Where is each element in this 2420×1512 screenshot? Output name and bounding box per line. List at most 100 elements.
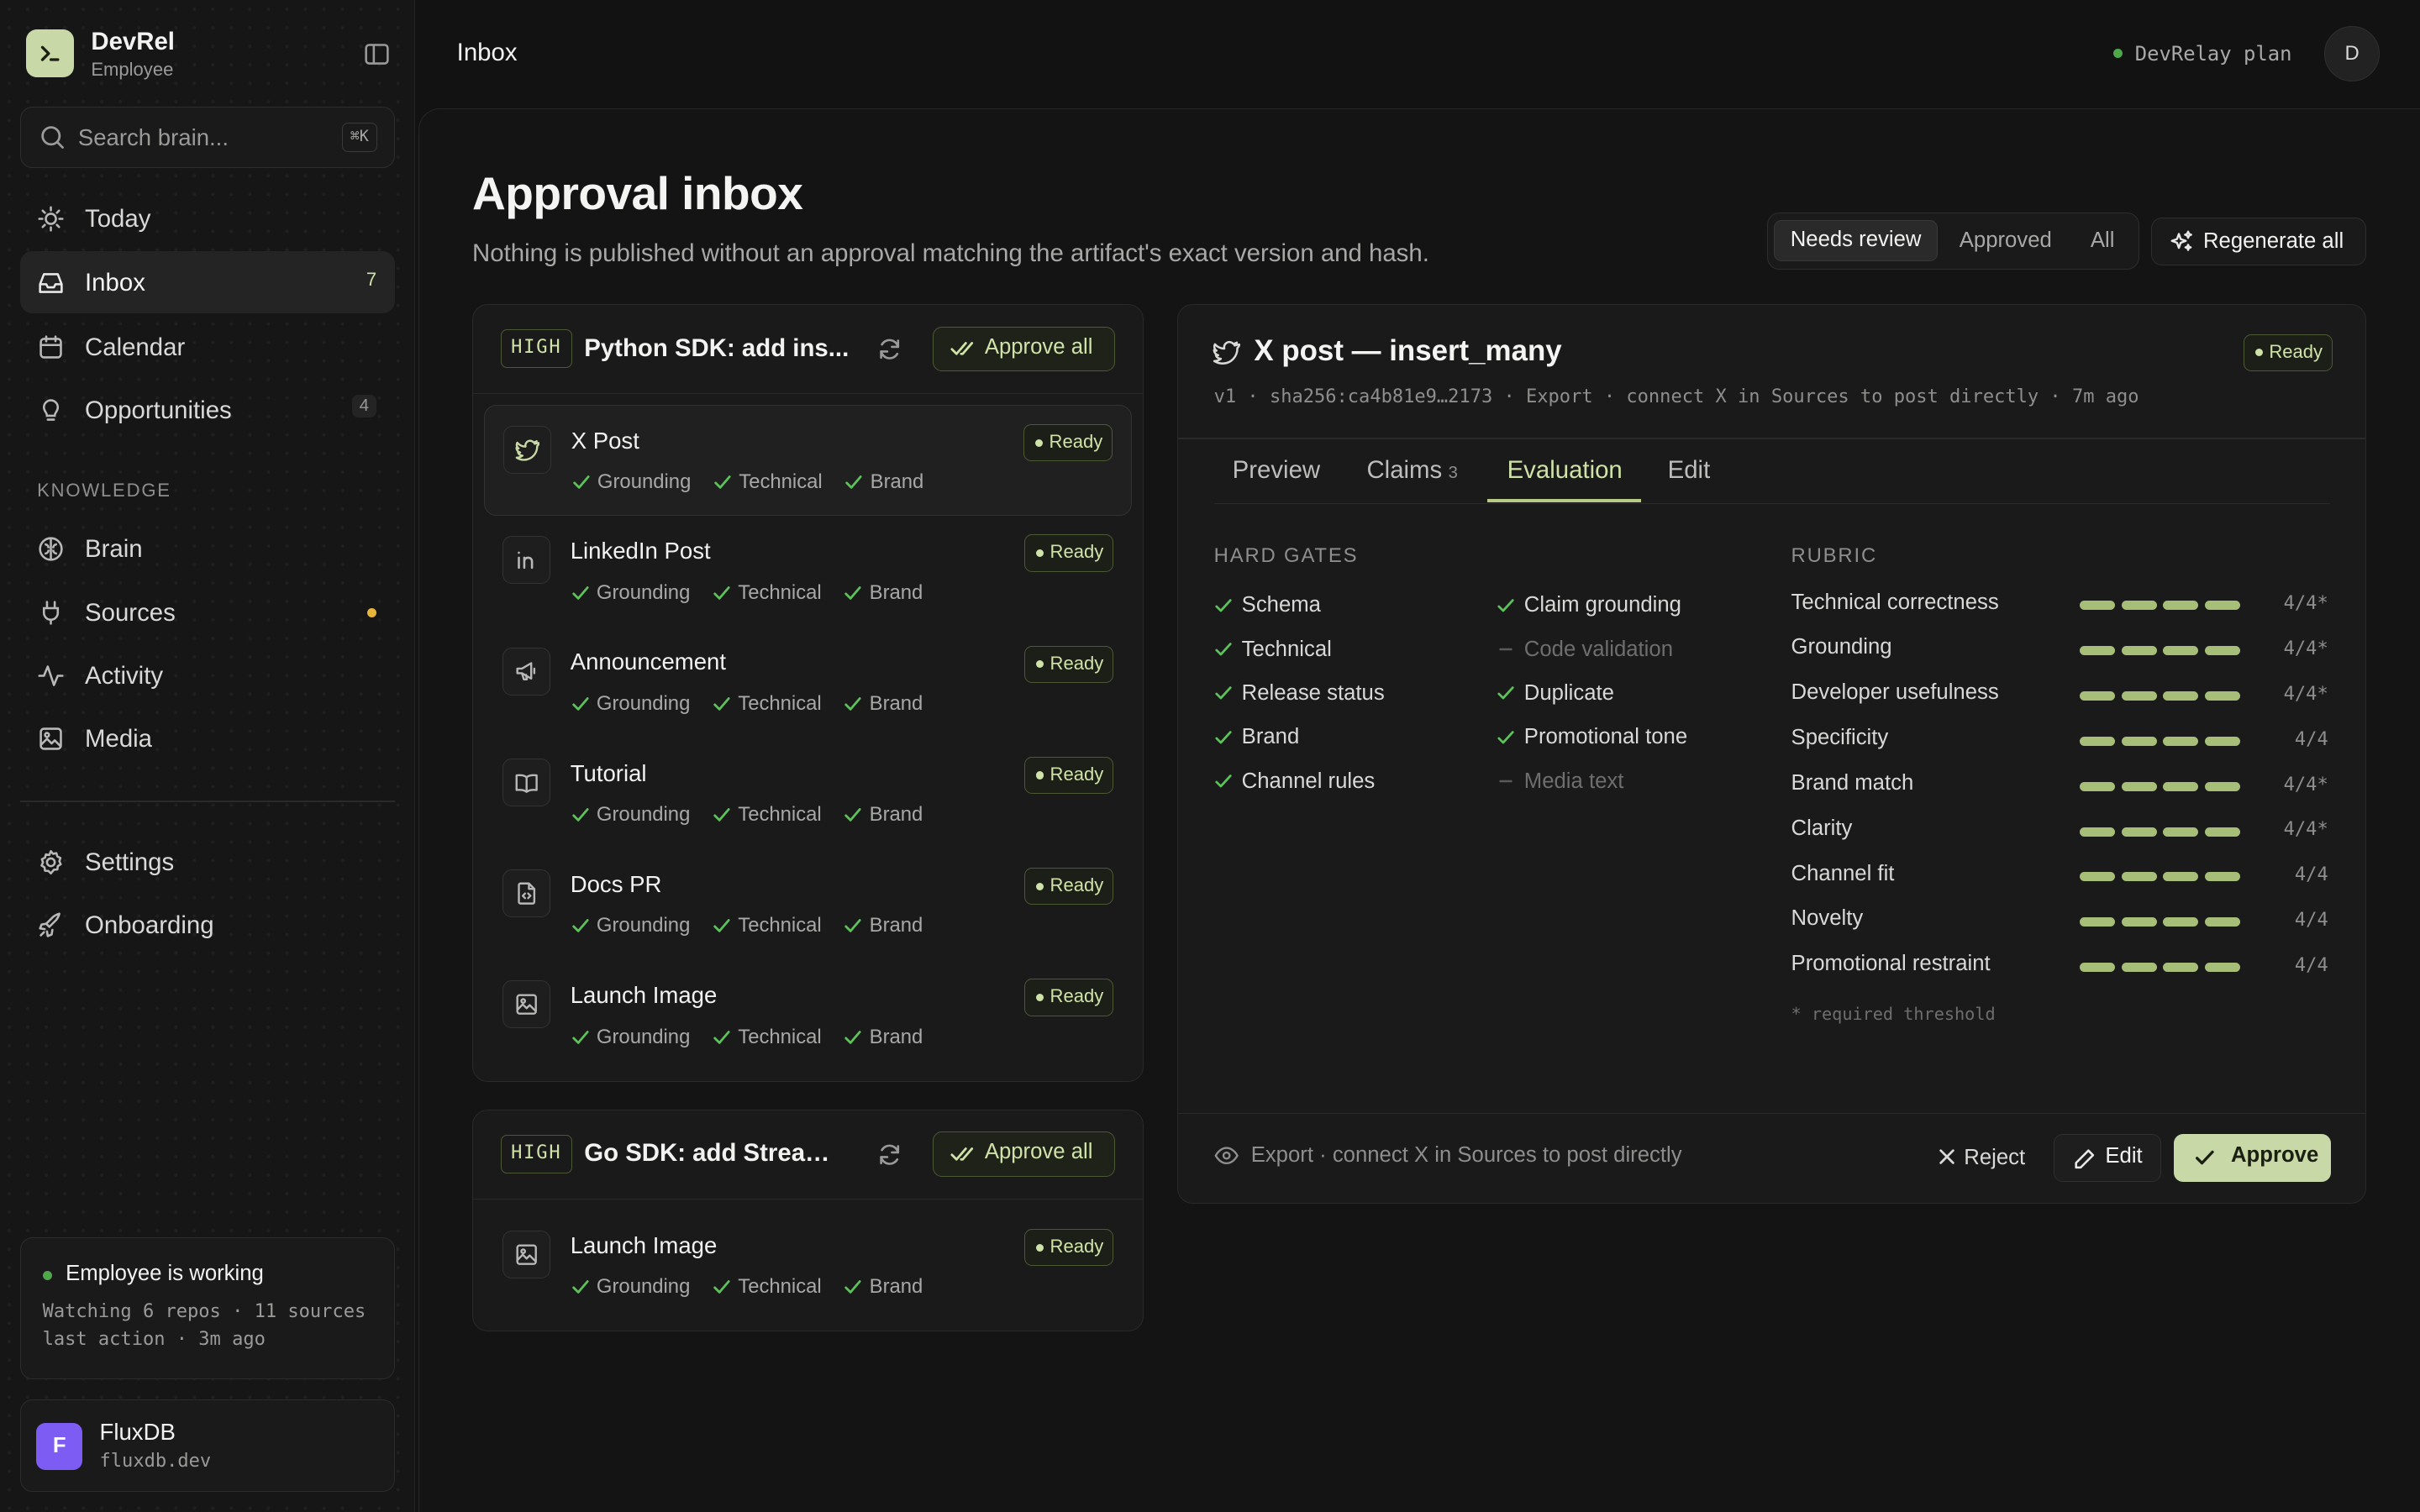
check-grounding: Grounding: [571, 470, 691, 494]
check-icon: [714, 475, 731, 490]
tab-preview[interactable]: Preview: [1233, 456, 1320, 485]
edit-button[interactable]: Edit: [2053, 1133, 2162, 1182]
plug-icon: [37, 599, 65, 627]
rubric-name: Promotional restraint: [1791, 952, 1991, 976]
approve-button[interactable]: Approve: [2174, 1133, 2332, 1182]
nav-item-media[interactable]: Media: [20, 708, 395, 769]
nav-item-sources[interactable]: Sources: [20, 581, 395, 643]
check-icon: [1215, 686, 1232, 700]
tab-edit[interactable]: Edit: [1668, 456, 1711, 485]
sidebar-toggle-icon[interactable]: [363, 40, 391, 68]
image-icon: [502, 1230, 550, 1278]
list-item-x-post[interactable]: X Post Ready Grounding Technical Brand: [483, 405, 1133, 517]
regenerate-all-label: Regenerate all: [2202, 228, 2344, 253]
approve-all-button[interactable]: Approve all: [933, 1131, 1115, 1177]
search-placeholder: Search brain...: [77, 123, 229, 150]
score-bar-segment: [2121, 736, 2157, 746]
export-note: Export · connect X in Sources to post di…: [1214, 1143, 1682, 1168]
inbox-icon: [37, 269, 65, 297]
nav-item-inbox[interactable]: Inbox 7: [19, 251, 396, 313]
required-threshold-note: * required threshold: [1791, 1003, 1996, 1024]
score-bar-segment: [2121, 691, 2157, 701]
rubric-row: Channel fit 4/4: [1791, 862, 2332, 893]
nav-item-brain[interactable]: Brain: [20, 518, 395, 580]
nav-item-today[interactable]: Today: [20, 188, 395, 249]
status-title: Employee is working: [66, 1261, 264, 1285]
detail-tabs: Preview Claims 3 Evaluation Edit: [1213, 439, 2330, 504]
score-bar-segment: [2080, 962, 2116, 972]
rubric-row: Grounding 4/4*: [1791, 635, 2332, 666]
account-switcher[interactable]: F FluxDB fluxdb.dev: [19, 1399, 396, 1493]
brain-icon: [37, 535, 65, 563]
regenerate-all-button[interactable]: Regenerate all: [2151, 217, 2366, 265]
check-label: Brand: [869, 803, 923, 827]
rubric-score: 4/4: [2294, 728, 2328, 750]
item-title: Announcement: [570, 648, 727, 675]
priority-badge: HIGH: [501, 329, 572, 369]
check-label: Technical: [738, 580, 822, 604]
page-title: Approval inbox: [472, 167, 803, 220]
nav-label: Sources: [85, 598, 176, 627]
nav-item-settings[interactable]: Settings: [20, 832, 395, 893]
hard-gate-item: Media text: [1497, 769, 1623, 794]
item-title: LinkedIn Post: [570, 538, 711, 564]
check-label: Technical: [738, 914, 822, 937]
score-bar-segment: [2163, 872, 2199, 882]
artifact-meta: v1 · sha256:ca4b81e9…2173 · Export · con…: [1213, 386, 2139, 408]
list-item-launch-image[interactable]: Launch Image Ready Grounding Technical B…: [484, 1210, 1132, 1321]
plan-label: DevRelay plan: [2134, 41, 2292, 66]
score-bar-segment: [2204, 646, 2240, 656]
list-item-launch-image[interactable]: Launch Image Ready Grounding Technical B…: [484, 960, 1132, 1071]
hard-gate-item: Brand: [1214, 725, 1299, 749]
rubric-row: Developer usefulness 4/4*: [1791, 680, 2332, 711]
rubric-row: Brand match 4/4*: [1791, 771, 2332, 802]
filter-all[interactable]: All: [2075, 220, 2130, 262]
sun-icon: [37, 205, 65, 233]
plan-indicator[interactable]: DevRelay plan: [2113, 41, 2292, 66]
nav-label: Today: [85, 205, 151, 234]
check-label: Grounding: [596, 803, 691, 827]
priority-badge: HIGH: [501, 1134, 572, 1173]
opportunities-count: 4: [351, 395, 377, 417]
rubric-row: Technical correctness 4/4*: [1791, 591, 2332, 622]
search-input[interactable]: Search brain... ⌘K: [19, 106, 396, 169]
check-grounding: Grounding: [571, 581, 690, 605]
approve-all-button[interactable]: Approve all: [933, 326, 1115, 371]
nav-item-opportunities[interactable]: Opportunities 4: [20, 380, 395, 441]
group-title[interactable]: Go SDK: add Stream(...: [584, 1139, 850, 1168]
approval-group-go-sdk: HIGH Go SDK: add Stream(... Approve all …: [472, 1109, 1144, 1332]
rubric-score: 4/4: [2294, 954, 2328, 976]
nav-item-onboarding[interactable]: Onboarding: [20, 895, 395, 956]
reject-button[interactable]: Reject: [1924, 1134, 2041, 1182]
gate-label: Channel rules: [1241, 769, 1376, 793]
nav-item-calendar[interactable]: Calendar: [20, 317, 395, 378]
gate-label: Release status: [1241, 680, 1385, 705]
file-code-icon: [502, 869, 550, 917]
gate-label: Code validation: [1523, 637, 1673, 661]
filter-needs-review[interactable]: Needs review: [1774, 219, 1938, 262]
nav-item-activity[interactable]: Activity: [20, 645, 395, 706]
sparkles-icon: [2170, 229, 2194, 254]
list-item-announcement[interactable]: Announcement Ready Grounding Technical B…: [484, 627, 1132, 738]
score-bar-segment: [2080, 646, 2116, 656]
score-bar-segment: [2204, 917, 2240, 927]
linkedin-icon: [502, 536, 550, 585]
refresh-icon[interactable]: [877, 337, 902, 361]
tab-claims[interactable]: Claims 3: [1366, 456, 1457, 485]
tab-evaluation[interactable]: Evaluation: [1507, 456, 1623, 485]
rubric-score: 4/4*: [2283, 638, 2328, 660]
refresh-icon[interactable]: [877, 1142, 902, 1167]
list-item-tutorial[interactable]: Tutorial Ready Grounding Technical Brand: [484, 738, 1132, 849]
check-technical: Technical: [712, 581, 822, 605]
filter-approved[interactable]: Approved: [1944, 220, 2067, 262]
gate-label: Technical: [1241, 637, 1332, 661]
list-item-linkedin-post[interactable]: LinkedIn Post Ready Grounding Technical …: [484, 516, 1132, 627]
list-item-docs-pr[interactable]: Docs PR Ready Grounding Technical Brand: [484, 849, 1132, 960]
gate-label: Claim grounding: [1523, 593, 1681, 617]
rubric-row: Clarity 4/4*: [1791, 816, 2332, 848]
workspace-switcher[interactable]: DevRel Employee: [26, 28, 391, 80]
tab-label: Edit: [1667, 455, 1711, 484]
user-avatar[interactable]: D: [2324, 26, 2381, 82]
edit-label: Edit: [2105, 1143, 2143, 1168]
group-title[interactable]: Python SDK: add ins...: [584, 334, 850, 363]
